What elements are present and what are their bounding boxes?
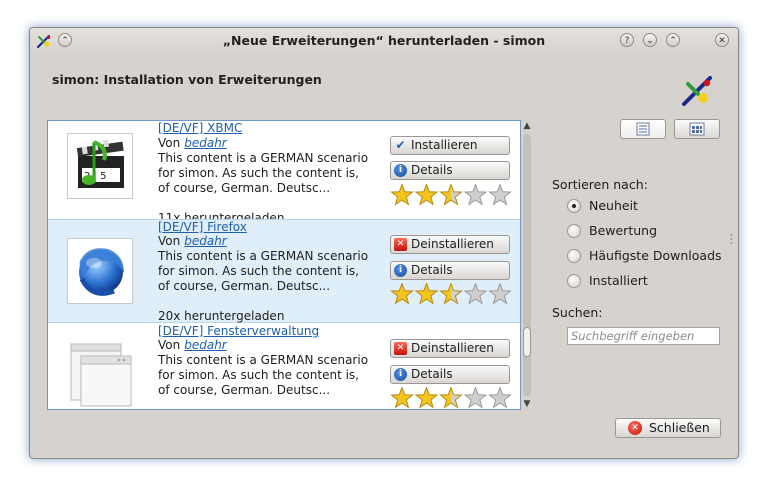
details-button[interactable]: i Details (390, 365, 510, 384)
author-link[interactable]: bedahr (184, 136, 227, 150)
close-button[interactable]: ✕ Schließen (615, 418, 721, 438)
info-icon: i (394, 264, 407, 277)
list-scrollbar[interactable]: ▲ ▼ (520, 120, 534, 410)
star-icon (488, 283, 512, 305)
list-view-icon (636, 122, 650, 136)
details-button[interactable]: i Details (390, 161, 510, 180)
list-item[interactable]: [DE/VF] Fensterverwaltung Von bedahr This… (48, 324, 520, 409)
details-button-label: Details (411, 163, 453, 177)
radio-neuheit[interactable] (567, 199, 581, 213)
rating-stars (390, 184, 512, 206)
star-icon (463, 387, 488, 409)
star-icon (439, 184, 463, 206)
resize-grip-icon[interactable] (730, 233, 733, 245)
scrollbar-track[interactable] (523, 134, 531, 396)
radio-bewertung[interactable] (567, 224, 581, 238)
list-item[interactable]: 2 | 5 [DE/VF] XBMC Vonbedahr This conten… (48, 121, 520, 225)
item-title-link[interactable]: [DE/VF] Fensterverwaltung (158, 324, 319, 338)
install-button-label: Installieren (411, 138, 478, 152)
star-icon (414, 184, 439, 206)
rating-stars (390, 283, 512, 305)
maximize-button[interactable]: ⌃ (666, 33, 680, 47)
details-button[interactable]: i Details (390, 261, 510, 280)
xbmc-thumbnail: 2 | 5 (67, 133, 133, 199)
search-input[interactable] (567, 327, 720, 345)
sort-label: Sortieren nach: (552, 177, 648, 192)
star-icon (463, 184, 488, 206)
item-author-line: Von bedahr (158, 234, 227, 248)
help-button[interactable]: ? (620, 33, 634, 47)
info-icon: i (394, 164, 407, 177)
minimize-button[interactable]: ⌄ (643, 33, 657, 47)
star-icon (439, 387, 463, 409)
star-icon (439, 283, 463, 305)
detail-view-button[interactable] (620, 119, 666, 139)
scroll-up-arrow-icon[interactable]: ▲ (520, 120, 534, 132)
scrollbar-thumb[interactable] (523, 327, 531, 357)
star-icon (390, 283, 414, 305)
details-button-label: Details (411, 263, 453, 277)
item-author-line: Von bedahr (158, 136, 227, 150)
close-button-label: Schließen (649, 420, 710, 435)
uninstall-button-label: Deinstallieren (411, 237, 494, 251)
info-icon: i (394, 368, 407, 381)
delete-icon: ✕ (394, 238, 407, 251)
item-downloads: 20x heruntergeladen (158, 309, 285, 323)
checkmark-icon: ✔ (395, 138, 406, 152)
radio-label[interactable]: Installiert (589, 273, 648, 288)
icon-view-button[interactable] (674, 119, 720, 139)
rating-stars (390, 387, 512, 409)
uninstall-button[interactable]: ✕ Deinstallieren (390, 339, 510, 358)
item-author-line: Von bedahr (158, 338, 227, 352)
star-icon (414, 387, 439, 409)
item-description: This content is a GERMAN scenario for si… (158, 151, 369, 195)
search-label: Suchen: (552, 305, 603, 320)
title-bar[interactable]: ⌃ „Neue Erweiterungen“ herunterladen - s… (30, 28, 738, 54)
uninstall-button[interactable]: ✕ Deinstallieren (390, 235, 510, 254)
fensterverwaltung-thumbnail (67, 342, 133, 408)
radio-downloads[interactable] (567, 249, 581, 263)
radio-label[interactable]: Häufigste Downloads (589, 248, 722, 263)
radio-label[interactable]: Neuheit (589, 198, 638, 213)
author-link[interactable]: bedahr (184, 338, 227, 352)
close-window-button[interactable]: ✕ (715, 33, 729, 47)
star-icon (390, 184, 414, 206)
firefox-globe-icon (79, 248, 124, 296)
item-title-link[interactable]: [DE/VF] Firefox (158, 220, 247, 234)
star-icon (488, 184, 512, 206)
by-label: Von (158, 234, 181, 248)
radio-installiert[interactable] (567, 274, 581, 288)
radio-label[interactable]: Bewertung (589, 223, 657, 238)
delete-icon: ✕ (394, 342, 407, 355)
star-icon (488, 387, 512, 409)
star-icon (390, 387, 414, 409)
details-button-label: Details (411, 367, 453, 381)
item-description: This content is a GERMAN scenario for si… (158, 249, 369, 293)
author-link[interactable]: bedahr (184, 234, 227, 248)
item-title-link[interactable]: [DE/VF] XBMC (158, 121, 242, 135)
item-description: This content is a GERMAN scenario for si… (158, 353, 369, 397)
simon-logo-icon (682, 76, 712, 106)
install-button[interactable]: ✔ Installieren (390, 136, 510, 155)
by-label: Von (158, 136, 181, 150)
firefox-thumbnail (67, 238, 133, 304)
uninstall-button-label: Deinstallieren (411, 341, 494, 355)
close-circle-icon: ✕ (628, 421, 642, 435)
by-label: Von (158, 338, 181, 352)
scroll-down-arrow-icon[interactable]: ▼ (520, 398, 534, 410)
windows-stack-icon (70, 343, 132, 407)
star-icon (463, 283, 488, 305)
film-clapper-icon: 2 | 5 (76, 139, 124, 188)
star-icon (414, 283, 439, 305)
page-heading: simon: Installation von Erweiterungen (52, 72, 322, 87)
extensions-list[interactable]: 2 | 5 [DE/VF] XBMC Vonbedahr This conten… (47, 120, 521, 410)
dialog-window: ⌃ „Neue Erweiterungen“ herunterladen - s… (29, 27, 739, 459)
list-item[interactable]: [DE/VF] Firefox Von bedahr This content i… (48, 219, 520, 323)
grid-view-icon (689, 122, 705, 136)
